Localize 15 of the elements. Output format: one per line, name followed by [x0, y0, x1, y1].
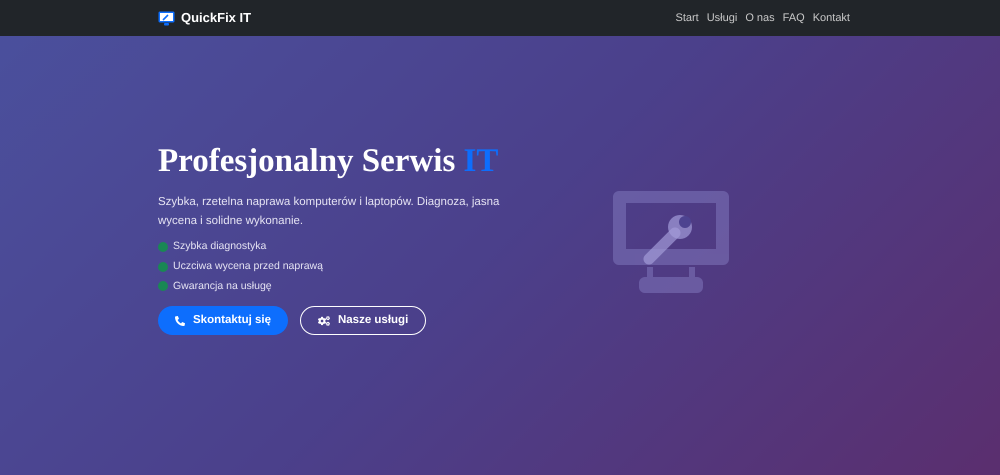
nav-link[interactable]: O nas — [745, 10, 775, 26]
phone-icon — [175, 316, 185, 326]
contact-button[interactable]: Skontaktuj się — [158, 306, 288, 336]
hero-lead: Szybka, rzetelna naprawa komputerów i laptopów. Diagnoza, jasna wycena i solidne wykonanie. — [158, 195, 500, 229]
nav-link[interactable]: Kontakt — [812, 10, 850, 26]
feature-text: Gwarancja na usługę — [173, 278, 272, 294]
hero-title: Profesjonalny Serwis IT — [158, 142, 500, 181]
feature-text: Uczciwa wycena przed naprawą — [173, 258, 323, 274]
nav-link[interactable]: Start — [676, 10, 699, 26]
nav-link[interactable]: FAQ — [782, 10, 805, 26]
brand-link[interactable]: QuickFix IT — [158, 8, 252, 28]
nav-link[interactable]: Usługi — [706, 10, 738, 26]
feature-text: Szybka diagnostyka — [173, 239, 266, 254]
gears-icon — [318, 314, 330, 327]
services-button[interactable]: Nasze usługi — [300, 306, 426, 336]
